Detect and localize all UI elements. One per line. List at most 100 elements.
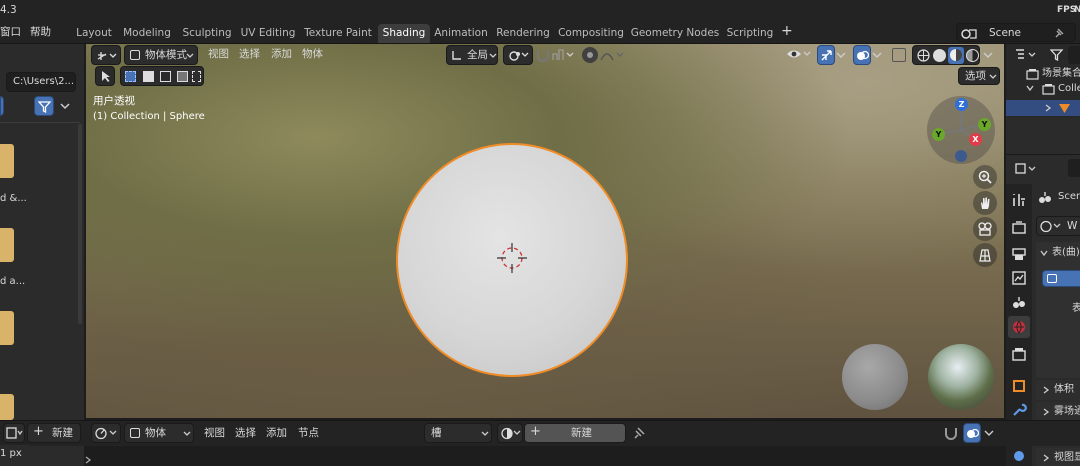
tab-modeling[interactable]: Modeling: [120, 24, 174, 43]
chevron-down-icon[interactable]: [60, 103, 70, 110]
image-type-button[interactable]: [3, 423, 25, 443]
fog-panel[interactable]: 雾场通: [1036, 402, 1080, 422]
select-invert-icon[interactable]: [177, 71, 188, 82]
mode-selector[interactable]: 物体模式: [124, 45, 198, 65]
properties-editor-icon[interactable]: [1014, 162, 1040, 176]
axis-x[interactable]: X: [969, 133, 982, 146]
viewport-display-panel[interactable]: 视图显: [1036, 448, 1080, 466]
gizmo-toggle-button[interactable]: [817, 45, 835, 65]
folder-icon[interactable]: [0, 311, 14, 345]
scene-collection-label[interactable]: 场景集合: [1042, 67, 1080, 81]
scrollbar[interactable]: [78, 124, 82, 324]
tab-geometry-nodes[interactable]: Geometry Nodes: [630, 24, 720, 43]
proportional-edit-button[interactable]: [582, 47, 598, 63]
chevron-down-icon[interactable]: [872, 52, 882, 58]
tab-scripting[interactable]: Scripting: [724, 24, 776, 43]
node-menu-node[interactable]: 节点: [298, 426, 319, 440]
node-overlay-toggle-button[interactable]: [963, 423, 981, 443]
tab-animation[interactable]: Animation: [434, 24, 488, 43]
camera-view-button[interactable]: [973, 217, 997, 241]
falloff-icon[interactable]: [599, 48, 627, 62]
material-preview-button[interactable]: [948, 47, 964, 64]
zoom-button[interactable]: [973, 165, 997, 189]
select-subtract-icon[interactable]: [160, 71, 171, 82]
axis-z[interactable]: Z: [955, 98, 968, 111]
chevron-down-icon[interactable]: [983, 52, 993, 58]
material-browse-button[interactable]: [497, 423, 523, 443]
surface-shader-button[interactable]: [1042, 270, 1080, 287]
node-editor-type-button[interactable]: [91, 423, 121, 443]
visibility-eye-icon[interactable]: [786, 47, 812, 62]
axis-y[interactable]: Y: [978, 118, 991, 131]
snap-magnet-icon[interactable]: [535, 47, 551, 63]
tab-sculpting[interactable]: Sculpting: [178, 24, 236, 43]
tab-shading[interactable]: Shading: [378, 24, 430, 43]
scene-selector[interactable]: Scene: [956, 23, 1076, 42]
3d-viewport[interactable]: 用户透视 (1) Collection | Sphere Z Y X Y: [86, 44, 1004, 418]
world-selector[interactable]: W: [1036, 216, 1080, 236]
tab-texture-paint[interactable]: Texture Paint: [302, 24, 374, 43]
path-field[interactable]: C:\Users\2...: [6, 72, 76, 92]
folder-label[interactable]: d a...: [0, 275, 25, 289]
xray-toggle-icon[interactable]: [892, 48, 906, 62]
rendered-shading-icon[interactable]: [966, 49, 979, 62]
physics-icon[interactable]: [1011, 448, 1027, 464]
pivot-point-button[interactable]: [503, 45, 533, 65]
wireframe-shading-icon[interactable]: [917, 49, 930, 62]
menu-select[interactable]: 选择: [239, 47, 260, 61]
left-new-button[interactable]: + 新建: [27, 423, 81, 443]
shader-type-selector[interactable]: 物体: [124, 423, 194, 443]
3d-cursor-icon[interactable]: [496, 242, 528, 274]
outliner-search-field[interactable]: [1068, 46, 1080, 64]
chevron-down-icon[interactable]: [1026, 84, 1034, 92]
chevron-right-icon[interactable]: [84, 456, 92, 464]
outliner-editor-icon[interactable]: [1014, 48, 1040, 62]
select-intersect-icon[interactable]: [192, 71, 201, 82]
folder-icon[interactable]: [0, 228, 14, 262]
surface-panel-title[interactable]: 表(曲): [1052, 246, 1080, 260]
pan-button[interactable]: [973, 191, 997, 215]
add-workspace-icon[interactable]: +: [781, 24, 793, 38]
chevron-down-icon[interactable]: [984, 430, 994, 436]
outliner-row-sphere[interactable]: [1006, 100, 1080, 116]
options-button[interactable]: 选项: [958, 67, 1000, 85]
axis-neg-y[interactable]: Y: [932, 128, 945, 141]
node-menu-add[interactable]: 添加: [266, 426, 287, 440]
chevron-down-icon[interactable]: [1040, 249, 1048, 257]
slot-selector[interactable]: 槽: [424, 423, 492, 443]
new-material-button[interactable]: + 新建: [524, 423, 626, 443]
volume-panel[interactable]: 体积: [1036, 380, 1080, 400]
render-icon[interactable]: [1011, 220, 1027, 236]
select-mode-group[interactable]: [120, 66, 204, 86]
output-icon[interactable]: [1011, 246, 1027, 262]
display-mode-button[interactable]: [0, 96, 4, 116]
transform-orientation-selector[interactable]: 全局: [446, 45, 498, 65]
folder-icon[interactable]: [0, 144, 14, 178]
collection-label[interactable]: Colle: [1058, 82, 1080, 96]
tab-rendering[interactable]: Rendering: [494, 24, 552, 43]
properties-search-field[interactable]: [1068, 159, 1080, 177]
object-props-icon[interactable]: [1011, 378, 1027, 394]
select-extend-icon[interactable]: [143, 71, 154, 82]
node-menu-select[interactable]: 选择: [235, 426, 256, 440]
menu-view[interactable]: 视图: [208, 47, 229, 61]
tab-compositing[interactable]: Compositing: [558, 24, 624, 43]
node-menu-view[interactable]: 视图: [204, 426, 225, 440]
select-new-icon[interactable]: [125, 71, 136, 82]
folder-label[interactable]: d &...: [0, 192, 27, 206]
scene-icon[interactable]: [1011, 294, 1027, 310]
tab-uv-editing[interactable]: UV Editing: [240, 24, 296, 43]
filter-icon[interactable]: [1050, 48, 1064, 62]
navigation-gizmo[interactable]: Z Y X Y: [927, 96, 995, 164]
axis-neg-z[interactable]: [955, 150, 967, 162]
chevron-down-icon[interactable]: [836, 52, 846, 58]
folder-icon[interactable]: [0, 394, 14, 420]
snap-icon[interactable]: [943, 425, 959, 441]
view-layer-icon[interactable]: [1011, 270, 1027, 286]
overlay-toggle-button[interactable]: [853, 45, 871, 65]
filter-button[interactable]: [34, 96, 54, 116]
pin-icon[interactable]: [1053, 27, 1065, 39]
snap-target-icon[interactable]: [551, 48, 577, 62]
tab-layout[interactable]: Layout: [72, 24, 116, 43]
editor-type-button[interactable]: [91, 45, 121, 65]
